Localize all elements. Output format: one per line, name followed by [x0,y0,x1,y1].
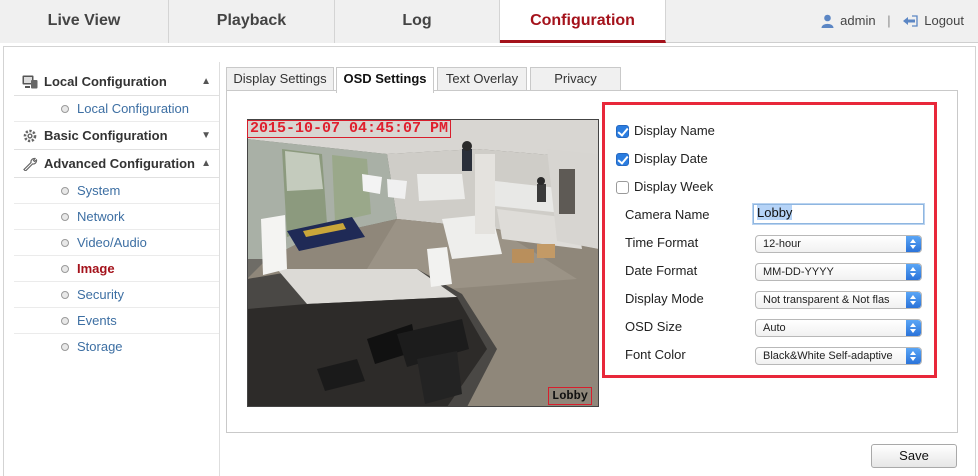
sidebar-group-advanced-configuration[interactable]: Advanced Configuration ▲ [14,150,219,178]
sidebar-item-label: Network [77,209,125,224]
select-arrows-icon [906,348,921,364]
time-format-select[interactable]: 12-hour [755,235,922,253]
date-format-value: MM-DD-YYYY [763,266,834,278]
display-mode-select[interactable]: Not transparent & Not flas [755,291,922,309]
sidebar-divider [219,62,220,476]
chevron-up-icon: ▲ [201,76,211,87]
bullet-icon [61,343,69,351]
tab-privacy-mask[interactable]: Privacy Mask [530,67,621,108]
camera-preview-image [247,119,599,407]
bullet-icon [61,265,69,273]
date-format-label: Date Format [625,263,698,278]
sidebar-item-storage[interactable]: Storage [14,334,219,360]
user-menu[interactable]: admin [821,0,876,42]
save-button[interactable]: Save [871,444,957,468]
logout-icon [903,15,918,27]
osd-size-label: OSD Size [625,319,683,334]
select-arrows-icon [906,264,921,280]
bullet-icon [61,317,69,325]
display-name-checkbox[interactable] [616,125,629,138]
display-date-label: Display Date [634,151,708,166]
display-week-label: Display Week [634,179,714,194]
gear-icon [23,129,37,143]
nav-tab-label: Configuration [530,12,635,29]
select-arrows-icon [906,292,921,308]
bullet-icon [61,187,69,195]
tab-label: Text Overlay [445,71,519,86]
nav-tab-live-view[interactable]: Live View [0,0,169,43]
bullet-icon [61,105,69,113]
nav-tab-label: Playback [216,12,287,29]
font-color-select[interactable]: Black&White Self-adaptive [755,347,922,365]
sidebar-group-label: Advanced Configuration [44,156,195,171]
camera-name-value: Lobby [757,205,793,220]
camera-preview[interactable]: 2015-10-07 04:45:07 PM Lobby [247,119,599,407]
select-arrows-icon [906,320,921,336]
nav-tab-log[interactable]: Log [335,0,500,43]
bullet-icon [61,291,69,299]
display-week-checkbox[interactable] [616,181,629,194]
select-arrows-icon [906,236,921,252]
display-date-checkbox[interactable] [616,153,629,166]
sidebar-item-label: Video/Audio [77,235,147,250]
chevron-down-icon: ▼ [201,130,211,141]
wrench-icon [23,157,38,171]
tab-label: Display Settings [233,71,327,86]
sidebar-item-events[interactable]: Events [14,308,219,334]
sidebar-item-local-configuration[interactable]: Local Configuration [14,96,219,122]
time-format-value: 12-hour [763,238,801,250]
username: admin [840,13,876,28]
sidebar-item-label: Events [77,313,117,328]
chevron-up-icon: ▲ [201,158,211,169]
user-area: admin | Logout [821,0,964,43]
sidebar-group-local-configuration[interactable]: Local Configuration ▲ [14,68,219,96]
bullet-icon [61,239,69,247]
logout-label: Logout [924,13,964,28]
nav-tab-label: Log [402,12,432,29]
sidebar-item-network[interactable]: Network [14,204,219,230]
display-name-label: Display Name [634,123,715,138]
bullet-icon [61,213,69,221]
display-mode-value: Not transparent & Not flas [763,294,890,306]
sidebar-group-label: Basic Configuration [44,128,168,143]
tab-osd-settings[interactable]: OSD Settings [336,67,434,93]
sidebar-group-label: Local Configuration [44,74,167,89]
sidebar: Local Configuration ▲ Local Configuratio… [14,68,219,360]
sidebar-item-image[interactable]: Image [14,256,219,282]
separator: | [887,13,891,28]
font-color-value: Black&White Self-adaptive [763,350,893,362]
user-icon [821,14,834,28]
osd-timestamp[interactable]: 2015-10-07 04:45:07 PM [247,120,452,138]
monitor-icon [22,75,38,89]
sidebar-group-basic-configuration[interactable]: Basic Configuration ▼ [14,122,219,150]
tab-label: OSD Settings [343,71,427,86]
sidebar-item-label: Local Configuration [77,101,190,116]
font-color-label: Font Color [625,347,686,362]
nav-tab-configuration[interactable]: Configuration [500,0,666,43]
nav-tab-playback[interactable]: Playback [169,0,335,43]
nav-tab-label: Live View [47,12,121,29]
tab-display-settings[interactable]: Display Settings [226,67,334,91]
time-format-label: Time Format [625,235,699,250]
sidebar-item-label: Storage [77,339,123,354]
sidebar-item-security[interactable]: Security [14,282,219,308]
tab-text-overlay[interactable]: Text Overlay [437,67,527,91]
top-navigation-bar: Live View Playback Log Configuration adm… [0,0,978,43]
display-mode-label: Display Mode [625,291,704,306]
sidebar-item-label: Security [77,287,124,302]
sidebar-item-label: Image [77,261,115,276]
sidebar-item-system[interactable]: System [14,178,219,204]
sidebar-item-label: System [77,183,121,198]
osd-camera-name[interactable]: Lobby [548,387,593,405]
camera-name-label: Camera Name [625,207,710,222]
camera-name-input[interactable]: Lobby [753,204,924,224]
logout-link[interactable]: Logout [902,0,964,42]
osd-size-select[interactable]: Auto [755,319,922,337]
osd-size-value: Auto [763,322,786,334]
sidebar-item-video-audio[interactable]: Video/Audio [14,230,219,256]
date-format-select[interactable]: MM-DD-YYYY [755,263,922,281]
